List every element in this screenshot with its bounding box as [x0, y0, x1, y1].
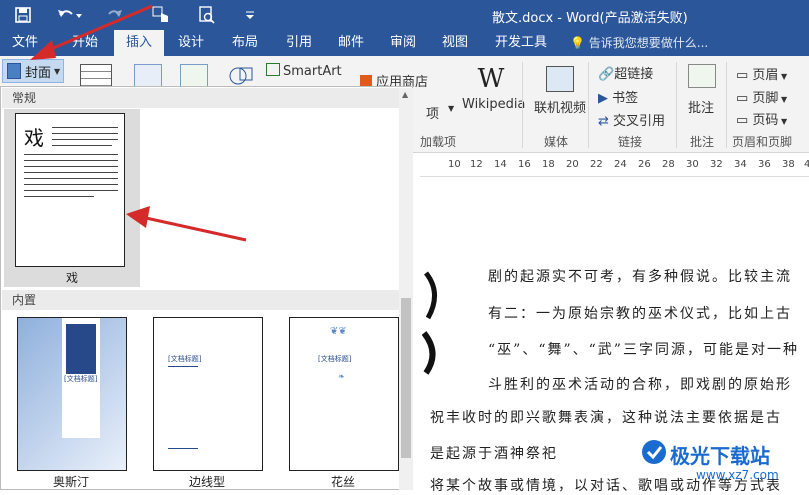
annotation-arrows — [30, 4, 247, 242]
watermark-logo-icon — [642, 440, 666, 464]
arrow-to-custom-cover — [126, 206, 247, 242]
site-watermark: 极光下载站 www.xz7.com — [640, 438, 809, 490]
watermark-url: www.xz7.com — [696, 468, 779, 482]
arrow-to-cover-button — [30, 4, 153, 60]
watermark-text: 极光下载站 — [670, 444, 770, 468]
